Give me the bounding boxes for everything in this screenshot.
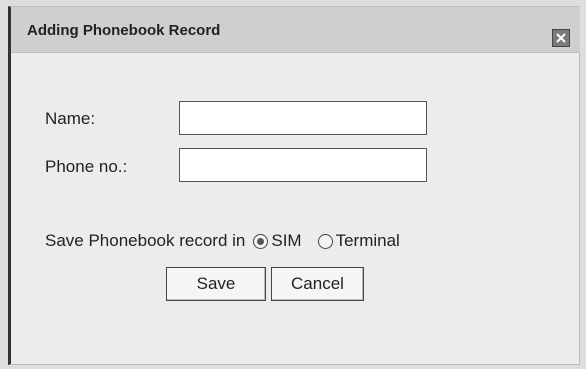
save-button[interactable]: Save (166, 267, 266, 301)
close-icon (556, 33, 566, 43)
sim-radio-label: SIM (271, 231, 302, 250)
cancel-button[interactable]: Cancel (271, 267, 364, 301)
dialog-title: Adding Phonebook Record (27, 22, 221, 39)
terminal-radio[interactable]: Terminal (317, 231, 400, 251)
terminal-radio-indicator (317, 233, 333, 249)
phone-label: Phone no.: (45, 157, 128, 176)
phonebook-dialog: Adding Phonebook Record Name: Phone no.:… (8, 6, 580, 365)
terminal-radio-label: Terminal (335, 231, 400, 250)
name-label: Name: (45, 109, 96, 128)
dialog-titlebar: Adding Phonebook Record (11, 7, 580, 53)
page: Adding Phonebook Record Name: Phone no.:… (0, 0, 586, 369)
phone-input[interactable] (179, 148, 427, 182)
sim-radio-indicator (253, 233, 269, 249)
sim-radio[interactable]: SIM (253, 231, 302, 251)
save-location-group: Save Phonebook record in SIM Terminal (45, 230, 400, 252)
dialog-body: Name: Phone no.: Save Phonebook record i… (11, 53, 580, 364)
name-input[interactable] (179, 101, 427, 135)
close-button[interactable] (552, 29, 570, 47)
save-location-label: Save Phonebook record in (45, 231, 246, 250)
